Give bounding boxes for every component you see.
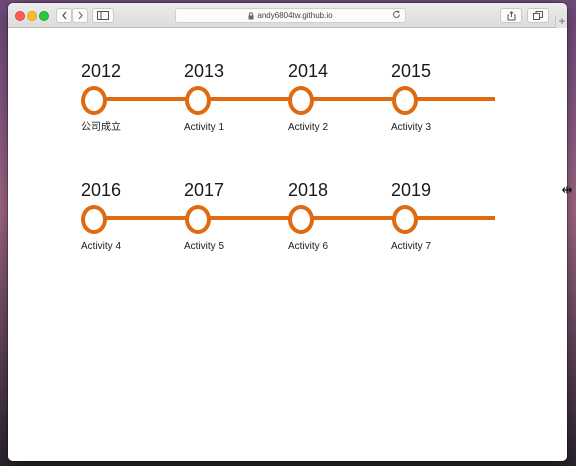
close-window-button[interactable]	[15, 11, 25, 21]
timeline-node	[185, 205, 211, 234]
timeline-year: 2016	[81, 180, 122, 200]
chevron-right-icon	[78, 11, 83, 20]
lock-icon	[248, 11, 254, 20]
chevron-left-icon	[61, 11, 66, 20]
timeline-label: 公司成立	[81, 122, 121, 133]
address-url: andy6804tw.github.io	[257, 11, 333, 20]
reload-icon[interactable]	[392, 10, 401, 19]
back-button[interactable]	[56, 8, 72, 23]
timeline-row: 2016 Activity 4 2017 Activity 5 2018 Act…	[8, 180, 567, 280]
minimize-window-button[interactable]	[27, 11, 37, 21]
timeline-node	[81, 86, 107, 115]
timeline-node	[392, 205, 418, 234]
tabs-overview-button[interactable]	[527, 8, 549, 23]
new-tab-button[interactable]: +	[555, 15, 567, 28]
timeline-node	[288, 86, 314, 115]
browser-toolbar: andy6804tw.github.io +	[8, 3, 567, 28]
share-button[interactable]	[500, 8, 522, 23]
address-bar[interactable]: andy6804tw.github.io	[175, 8, 406, 23]
timeline-year: 2017	[184, 180, 225, 200]
timeline-label: Activity 5	[184, 241, 225, 252]
sidebar-icon	[97, 11, 109, 20]
timeline-year: 2012	[81, 61, 122, 81]
timeline-row: 2012 公司成立 2013 Activity 1 2014 Activity …	[8, 61, 567, 161]
timeline-label: Activity 4	[81, 241, 122, 252]
timeline-label: Activity 1	[184, 122, 225, 133]
timeline-node	[288, 205, 314, 234]
browser-window: andy6804tw.github.io + 2012 公司成立 2013 Ac…	[8, 3, 567, 461]
page-content: 2012 公司成立 2013 Activity 1 2014 Activity …	[8, 28, 567, 461]
timeline-label: Activity 3	[391, 122, 432, 133]
zoom-window-button[interactable]	[39, 11, 49, 21]
timeline-year: 2019	[391, 180, 432, 200]
timeline-year: 2013	[184, 61, 225, 81]
timeline-node	[185, 86, 211, 115]
timeline-year: 2014	[288, 61, 329, 81]
timeline-node	[81, 205, 107, 234]
forward-button[interactable]	[72, 8, 88, 23]
timeline-label: Activity 2	[288, 122, 329, 133]
timeline-year: 2015	[391, 61, 432, 81]
timeline-year: 2018	[288, 180, 329, 200]
share-icon	[507, 10, 515, 20]
tabs-icon	[533, 11, 543, 20]
timeline-label: Activity 7	[391, 241, 432, 252]
sidebar-toggle-button[interactable]	[92, 8, 114, 23]
timeline-node	[392, 86, 418, 115]
resize-cursor-icon	[562, 186, 572, 197]
timeline-label: Activity 6	[288, 241, 329, 252]
